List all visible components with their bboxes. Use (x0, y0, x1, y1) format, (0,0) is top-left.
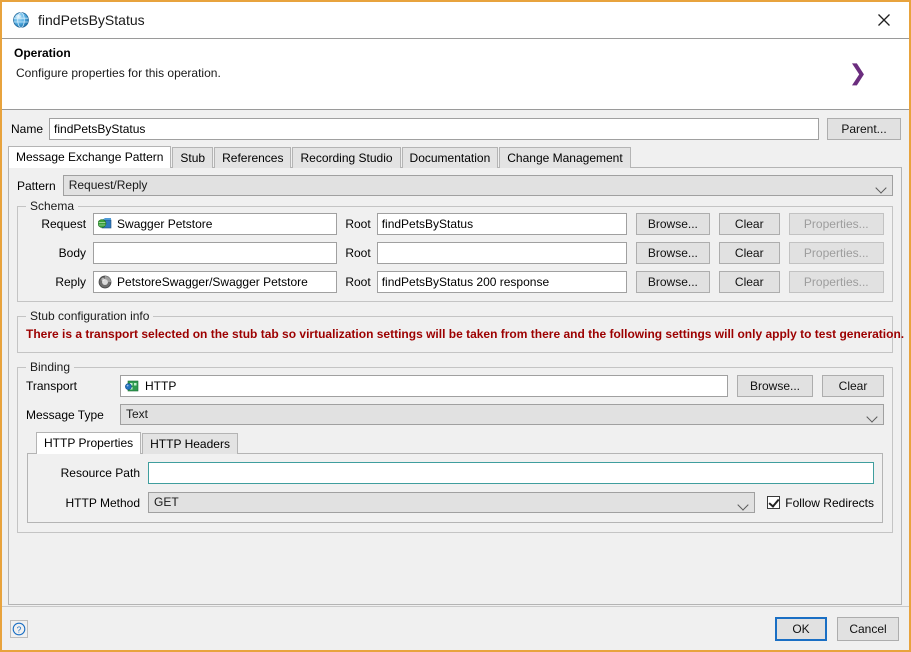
request-root-label: Root (337, 217, 376, 231)
reply-schema-input[interactable]: PetstoreSwagger/Swagger Petstore (93, 271, 337, 293)
svg-text:?: ? (17, 624, 22, 634)
main-tabstrip: Message Exchange Pattern Stub References… (2, 146, 909, 168)
http-transport-icon (125, 379, 139, 393)
schema-row-body: Body Root Browse... Clear Properties... (26, 242, 884, 264)
schema-group-title: Schema (26, 199, 78, 213)
tab-http-headers[interactable]: HTTP Headers (142, 433, 238, 454)
body-root-label: Root (337, 246, 376, 260)
close-icon[interactable] (865, 4, 903, 36)
pattern-select[interactable]: Request/Reply (63, 175, 893, 196)
reply-root-input[interactable]: findPetsByStatus 200 response (377, 271, 627, 293)
binding-group: Binding Transport (17, 367, 893, 533)
http-properties-panel: Resource Path HTTP Method GET Follow Red… (27, 453, 883, 523)
reply-root-label: Root (337, 275, 376, 289)
tab-references[interactable]: References (214, 147, 291, 168)
schema-group: Schema Request Swagger P (17, 206, 893, 302)
resource-path-row: Resource Path (36, 462, 874, 484)
message-type-select[interactable]: Text (120, 404, 884, 425)
reply-clear-button[interactable]: Clear (719, 271, 780, 293)
schema-row-reply: Reply PetstoreSwagger/Swagger Petstore (26, 271, 884, 293)
http-tabstrip: HTTP Properties HTTP Headers (26, 432, 884, 454)
dialog-footer: ? OK Cancel (2, 606, 909, 650)
transport-row: Transport HTTP (26, 375, 884, 397)
tab-documentation[interactable]: Documentation (402, 147, 499, 168)
tab-message-exchange-pattern[interactable]: Message Exchange Pattern (8, 146, 171, 168)
tab-recording-studio[interactable]: Recording Studio (292, 147, 400, 168)
transport-label: Transport (26, 379, 120, 393)
dialog-body: Name findPetsByStatus Parent... Message … (2, 110, 909, 606)
schema-row-request: Request Swagger Petstore Root (26, 213, 884, 235)
cancel-button[interactable]: Cancel (837, 617, 899, 641)
request-label: Request (26, 217, 93, 231)
pattern-label: Pattern (17, 179, 56, 193)
transport-clear-button[interactable]: Clear (822, 375, 884, 397)
request-properties-button: Properties... (789, 213, 884, 235)
message-type-row: Message Type Text (26, 404, 884, 425)
ok-button[interactable]: OK (775, 617, 827, 641)
banner-description: Configure properties for this operation. (14, 66, 897, 80)
stub-warning-message: There is a transport selected on the stu… (26, 327, 884, 341)
pattern-row: Pattern Request/Reply (17, 175, 893, 196)
name-input[interactable]: findPetsByStatus (49, 118, 819, 140)
operation-dialog: findPetsByStatus Operation Configure pro… (0, 0, 911, 652)
resource-path-label: Resource Path (36, 466, 148, 480)
help-icon[interactable]: ? (10, 620, 28, 638)
reply-label: Reply (26, 275, 93, 289)
name-label: Name (11, 122, 43, 136)
message-exchange-pattern-panel: Pattern Request/Reply Schema Request (8, 167, 902, 605)
transport-input[interactable]: HTTP (120, 375, 728, 397)
body-root-input[interactable] (377, 242, 627, 264)
globe-icon (12, 11, 30, 29)
message-type-label: Message Type (26, 408, 120, 422)
operation-banner: Operation Configure properties for this … (2, 38, 909, 110)
stub-info-title: Stub configuration info (26, 309, 153, 323)
tab-stub[interactable]: Stub (172, 147, 213, 168)
request-clear-button[interactable]: Clear (719, 213, 780, 235)
binding-group-title: Binding (26, 360, 74, 374)
body-schema-input[interactable] (93, 242, 337, 264)
http-method-label: HTTP Method (36, 496, 148, 510)
tab-change-management[interactable]: Change Management (499, 147, 630, 168)
transport-browse-button[interactable]: Browse... (737, 375, 813, 397)
reply-browse-button[interactable]: Browse... (636, 271, 710, 293)
chevron-right-icon[interactable]: ❯ (849, 63, 867, 85)
body-properties-button: Properties... (789, 242, 884, 264)
body-clear-button[interactable]: Clear (719, 242, 780, 264)
follow-redirects-checkbox[interactable]: Follow Redirects (767, 496, 874, 510)
banner-heading: Operation (14, 46, 897, 60)
body-label: Body (26, 246, 93, 260)
reply-schema-icon (98, 275, 112, 289)
reply-schema-value: PetstoreSwagger/Swagger Petstore (117, 275, 308, 289)
http-method-select[interactable]: GET (148, 492, 755, 513)
checkmark-icon (767, 496, 780, 509)
name-row: Name findPetsByStatus Parent... (2, 110, 909, 146)
reply-properties-button: Properties... (789, 271, 884, 293)
request-browse-button[interactable]: Browse... (636, 213, 710, 235)
parent-button[interactable]: Parent... (827, 118, 901, 140)
stub-configuration-info-group: Stub configuration info There is a trans… (17, 316, 893, 353)
request-schema-input[interactable]: Swagger Petstore (93, 213, 337, 235)
body-browse-button[interactable]: Browse... (636, 242, 710, 264)
transport-value: HTTP (145, 379, 176, 393)
http-method-row: HTTP Method GET Follow Redirects (36, 492, 874, 513)
title-bar: findPetsByStatus (2, 2, 909, 38)
swagger-schema-icon (98, 217, 112, 231)
window-title: findPetsByStatus (38, 12, 865, 28)
request-schema-value: Swagger Petstore (117, 217, 212, 231)
request-root-input[interactable]: findPetsByStatus (377, 213, 627, 235)
follow-redirects-label: Follow Redirects (785, 496, 874, 510)
tab-http-properties[interactable]: HTTP Properties (36, 432, 141, 454)
resource-path-input[interactable] (148, 462, 874, 484)
